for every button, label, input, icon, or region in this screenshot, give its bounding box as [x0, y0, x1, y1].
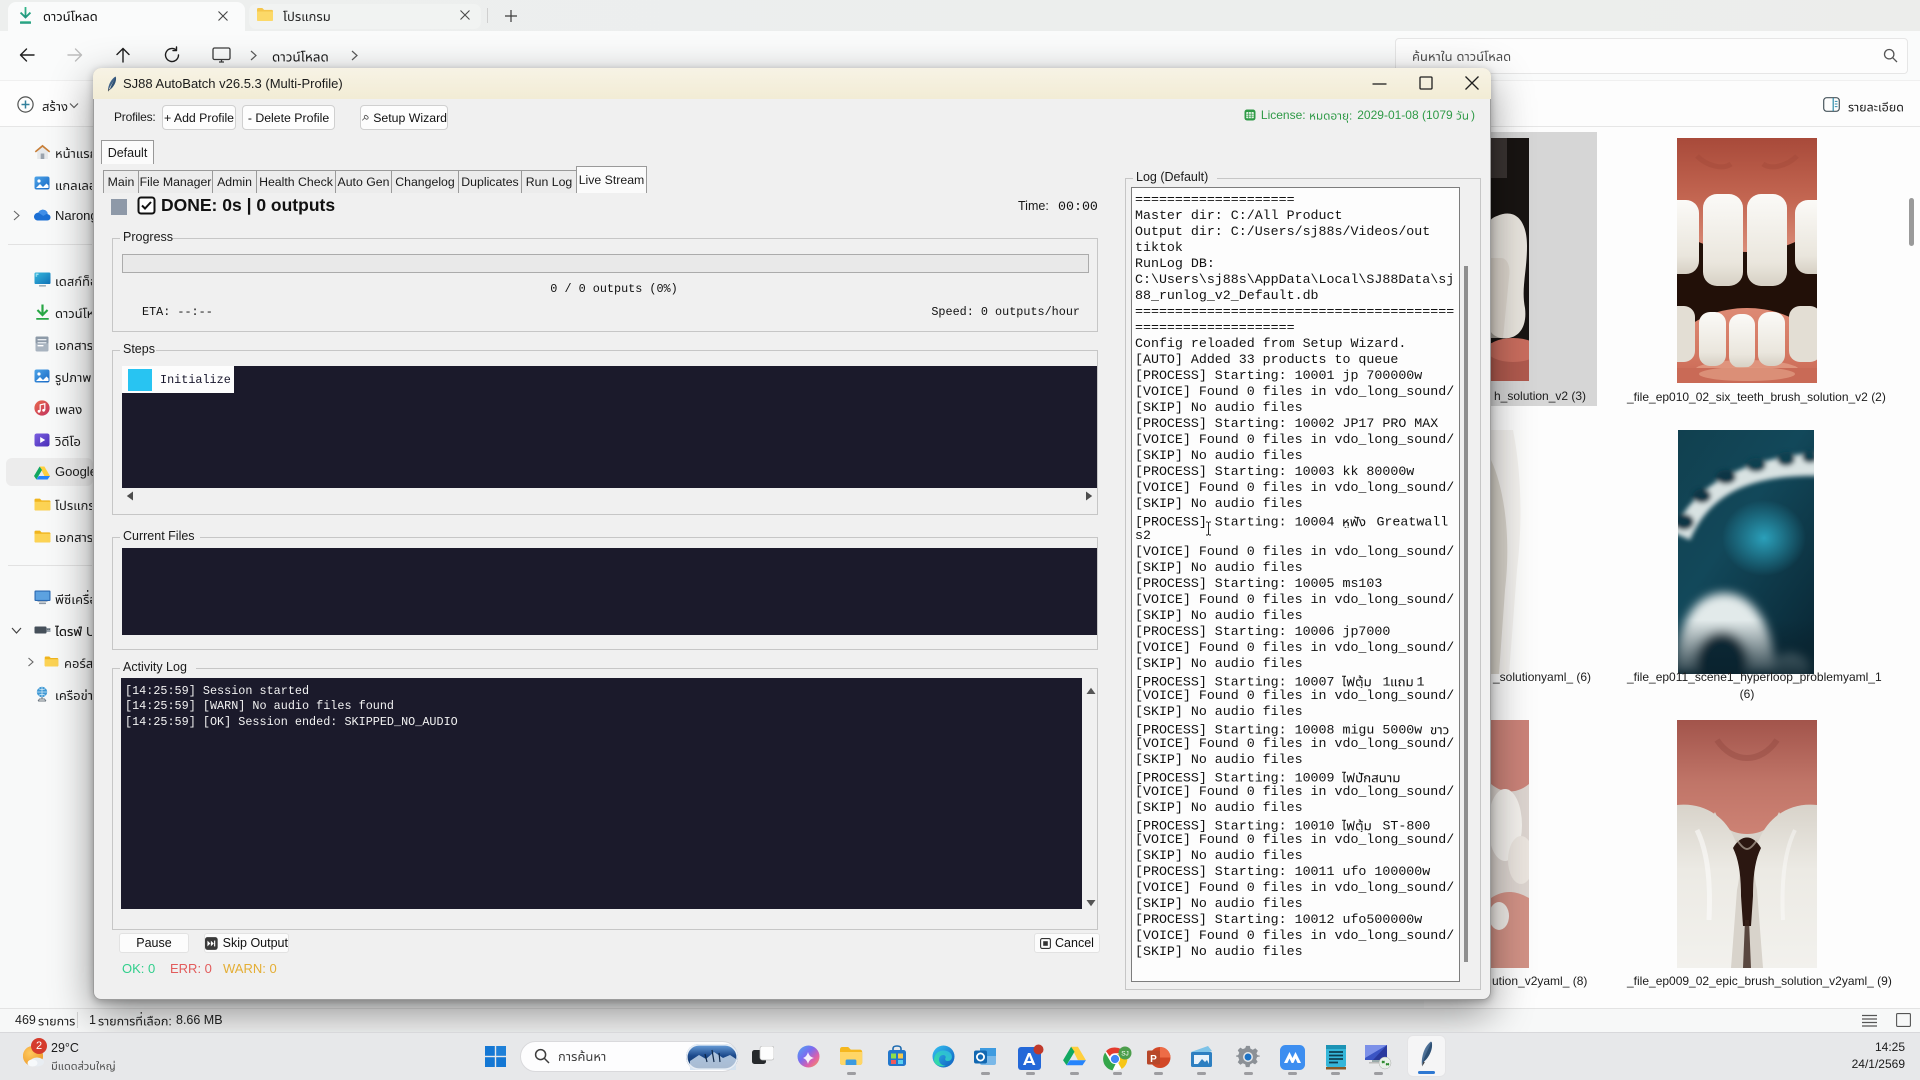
- svg-text:P: P: [1150, 1054, 1157, 1065]
- svg-text:SJ: SJ: [1121, 1051, 1129, 1058]
